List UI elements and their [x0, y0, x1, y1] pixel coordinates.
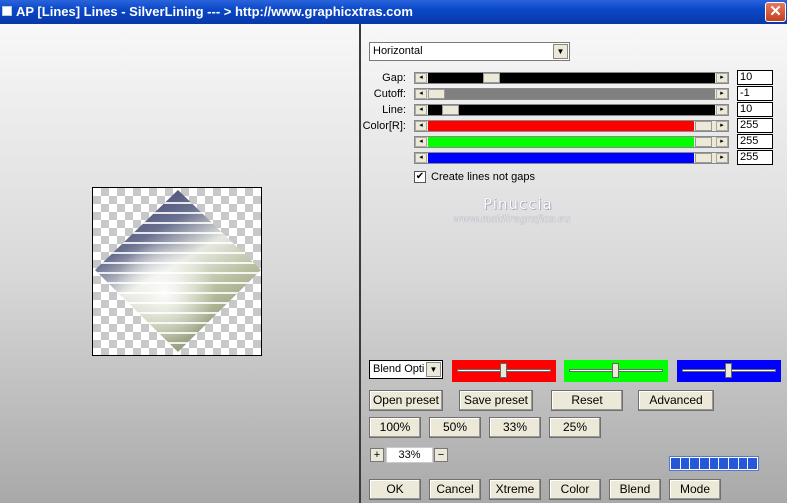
- app-icon: [2, 6, 12, 16]
- red-fill: [428, 121, 694, 131]
- window-title: AP [Lines] Lines - SilverLining --- > ht…: [16, 4, 413, 19]
- blend-button[interactable]: Blend: [609, 479, 661, 500]
- progress-segment: [700, 458, 709, 469]
- title-bar: AP [Lines] Lines - SilverLining --- > ht…: [0, 0, 787, 24]
- red-thumb[interactable]: [695, 121, 712, 131]
- reset-button[interactable]: Reset: [551, 390, 623, 411]
- arrow-left-icon[interactable]: ◂: [415, 121, 427, 131]
- cutoff-fill: [428, 89, 715, 99]
- progress-bar: [669, 456, 759, 471]
- watermark-url: www.maidiregrafica.eu: [453, 214, 571, 225]
- direction-value: Horizontal: [373, 45, 423, 57]
- zoom-50-button[interactable]: 50%: [429, 417, 481, 438]
- progress-segment: [680, 458, 690, 469]
- line-thumb[interactable]: [442, 105, 459, 115]
- direction-dropdown[interactable]: Horizontal ▼: [369, 42, 570, 61]
- blue-thumb[interactable]: [695, 153, 712, 163]
- progress-segment: [671, 458, 680, 469]
- cutoff-thumb[interactable]: [428, 89, 445, 99]
- green-thumb[interactable]: [695, 137, 712, 147]
- arrow-right-icon[interactable]: ▸: [716, 153, 728, 163]
- save-preset-button[interactable]: Save preset: [459, 390, 533, 411]
- green-value[interactable]: 255: [737, 134, 773, 149]
- watermark-name: Pinuccia: [483, 195, 553, 213]
- zoom-out-button[interactable]: −: [434, 448, 448, 462]
- arrow-left-icon[interactable]: ◂: [415, 105, 427, 115]
- gap-label: Gap:: [382, 72, 406, 84]
- blend-options-dropdown[interactable]: Blend Opti ▼: [369, 360, 443, 379]
- arrow-right-icon[interactable]: ▸: [716, 73, 728, 83]
- chevron-down-icon[interactable]: ▼: [553, 44, 568, 59]
- red-blend-control[interactable]: [452, 360, 556, 382]
- green-blend-knob[interactable]: [612, 363, 619, 378]
- create-lines-label: Create lines not gaps: [431, 171, 535, 183]
- blue-blend-knob[interactable]: [725, 363, 732, 378]
- line-slider[interactable]: ◂ ▸: [414, 104, 729, 116]
- arrow-left-icon[interactable]: ◂: [415, 89, 427, 99]
- progress-segment: [738, 458, 748, 469]
- blue-fill: [428, 153, 694, 163]
- chevron-down-icon[interactable]: ▼: [426, 362, 441, 377]
- gap-value[interactable]: 10: [737, 70, 773, 85]
- arrow-right-icon[interactable]: ▸: [716, 121, 728, 131]
- zoom-25-button[interactable]: 25%: [549, 417, 601, 438]
- color-button[interactable]: Color: [549, 479, 601, 500]
- progress-segment: [719, 458, 729, 469]
- progress-segment: [729, 458, 738, 469]
- blend-options-value: Blend Opti: [373, 363, 425, 375]
- zoom-100-button[interactable]: 100%: [369, 417, 421, 438]
- line-value[interactable]: 10: [737, 102, 773, 117]
- zoom-33-button[interactable]: 33%: [489, 417, 541, 438]
- red-blend-knob[interactable]: [500, 363, 507, 378]
- green-fill: [428, 137, 694, 147]
- open-preset-button[interactable]: Open preset: [369, 390, 443, 411]
- arrow-left-icon[interactable]: ◂: [415, 73, 427, 83]
- zoom-in-button[interactable]: +: [370, 448, 384, 462]
- preview-canvas: [92, 187, 262, 356]
- color-r-label: Color[R]:: [362, 120, 406, 132]
- cutoff-value[interactable]: -1: [737, 86, 773, 101]
- arrow-left-icon[interactable]: ◂: [415, 137, 427, 147]
- green-slider[interactable]: ◂ ▸: [414, 136, 729, 148]
- xtreme-button[interactable]: Xtreme: [489, 479, 541, 500]
- progress-segment: [748, 458, 758, 469]
- arrow-right-icon[interactable]: ▸: [716, 137, 728, 147]
- gap-thumb[interactable]: [483, 73, 500, 83]
- arrow-right-icon[interactable]: ▸: [716, 89, 728, 99]
- preview-image: [95, 190, 261, 352]
- arrow-right-icon[interactable]: ▸: [716, 105, 728, 115]
- create-lines-checkbox[interactable]: ✔: [414, 171, 426, 183]
- cutoff-label: Cutoff:: [373, 88, 406, 100]
- zoom-level: 33%: [386, 447, 433, 463]
- ok-button[interactable]: OK: [369, 479, 421, 500]
- arrow-left-icon[interactable]: ◂: [415, 153, 427, 163]
- green-blend-control[interactable]: [564, 360, 668, 382]
- line-label: Line:: [382, 104, 406, 116]
- gap-slider[interactable]: ◂ ▸: [414, 72, 729, 84]
- mode-button[interactable]: Mode: [669, 479, 721, 500]
- blue-slider[interactable]: ◂ ▸: [414, 152, 729, 164]
- progress-segment: [709, 458, 719, 469]
- create-lines-option[interactable]: ✔ Create lines not gaps: [414, 171, 535, 183]
- red-value[interactable]: 255: [737, 118, 773, 133]
- blue-blend-control[interactable]: [677, 360, 781, 382]
- blue-value[interactable]: 255: [737, 150, 773, 165]
- line-fill: [428, 105, 715, 115]
- cutoff-slider[interactable]: ◂ ▸: [414, 88, 729, 100]
- close-button[interactable]: ✕: [765, 2, 786, 22]
- advanced-button[interactable]: Advanced: [638, 390, 714, 411]
- progress-segment: [690, 458, 700, 469]
- red-slider[interactable]: ◂ ▸: [414, 120, 729, 132]
- cancel-button[interactable]: Cancel: [429, 479, 481, 500]
- gap-fill: [428, 73, 715, 83]
